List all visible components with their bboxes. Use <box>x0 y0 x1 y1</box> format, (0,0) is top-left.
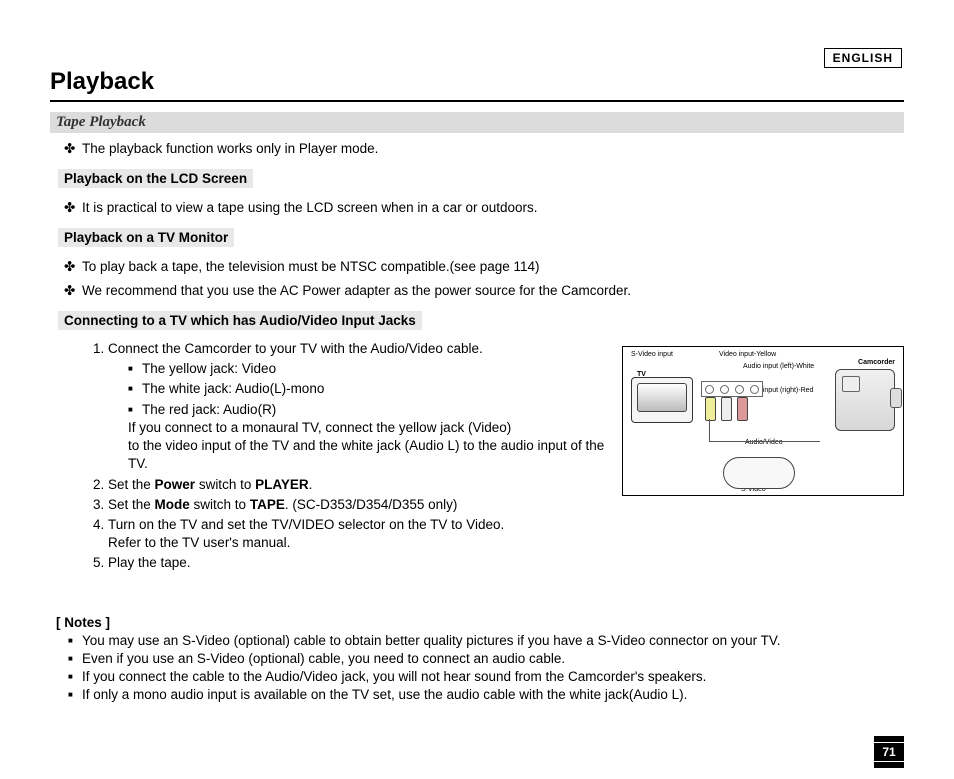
jack-icon <box>720 385 729 394</box>
step-4b: Refer to the TV user's manual. <box>108 535 290 550</box>
page-title: Playback <box>50 68 904 96</box>
step-1-text: Connect the Camcorder to your TV with th… <box>108 341 483 356</box>
note-4-text: If only a mono audio input is available … <box>82 687 687 702</box>
step-4: Turn on the TV and set the TV/VIDEO sele… <box>108 516 904 552</box>
diagram-wrap: S-Video input Video input-Yellow Audio i… <box>622 346 904 496</box>
diamond-icon: ✤ <box>64 141 82 157</box>
tv-text-1: To play back a tape, the television must… <box>82 259 540 274</box>
jack-note-1: If you connect to a monaural TV, connect… <box>128 420 511 435</box>
step-3-c: switch to <box>190 497 250 512</box>
jack-icon <box>750 385 759 394</box>
label-svideo-in: S-Video input <box>631 351 673 358</box>
connect-heading: Connecting to a TV which has Audio/Video… <box>58 311 422 330</box>
jack-white-text: The white jack: Audio(L)-mono <box>142 381 324 396</box>
note-1-text: You may use an S-Video (optional) cable … <box>82 633 780 648</box>
label-cam: Camcorder <box>858 359 895 366</box>
connection-diagram: S-Video input Video input-Yellow Audio i… <box>622 346 904 496</box>
plug-red-icon <box>737 397 748 421</box>
lcd-line: ✤It is practical to view a tape using th… <box>64 200 904 216</box>
language-badge: ENGLISH <box>824 48 902 68</box>
step-2-d: PLAYER <box>255 477 309 492</box>
step-3-a: Set the <box>108 497 155 512</box>
note-2-text: Even if you use an S-Video (optional) ca… <box>82 651 565 666</box>
plug-white-icon <box>721 397 732 421</box>
tv-line-2: ✤We recommend that you use the AC Power … <box>64 283 904 299</box>
jack-row <box>701 381 763 397</box>
step-2-a: Set the <box>108 477 155 492</box>
step-2-c: switch to <box>195 477 255 492</box>
notes-list: You may use an S-Video (optional) cable … <box>68 632 904 705</box>
camcorder-icon <box>835 369 895 431</box>
label-video-in: Video input-Yellow <box>719 351 776 358</box>
plug-yellow-icon <box>705 397 716 421</box>
step-5: Play the tape. <box>108 554 904 572</box>
label-audio-l: Audio input (left)-White <box>743 363 814 370</box>
note-3: If you connect the cable to the Audio/Vi… <box>68 668 904 686</box>
jack-yellow-text: The yellow jack: Video <box>142 361 276 376</box>
jack-red-text: The red jack: Audio(R) <box>142 402 276 417</box>
step-3: Set the Mode switch to TAPE. (SC-D353/D3… <box>108 496 904 514</box>
intro-line: ✤The playback function works only in Pla… <box>64 141 904 157</box>
note-2: Even if you use an S-Video (optional) ca… <box>68 650 904 668</box>
lcd-text: It is practical to view a tape using the… <box>82 200 537 215</box>
title-rule <box>50 100 904 102</box>
svideo-cable-icon <box>723 457 795 489</box>
tv-text-2: We recommend that you use the AC Power a… <box>82 283 631 298</box>
notes-heading: [ Notes ] <box>56 615 904 630</box>
tv-line-1: ✤To play back a tape, the television mus… <box>64 259 904 275</box>
cable-icon <box>709 419 820 442</box>
step-2-e: . <box>309 477 313 492</box>
intro-text: The playback function works only in Play… <box>82 141 378 156</box>
jack-icon <box>705 385 714 394</box>
tv-icon <box>631 377 693 423</box>
step-4a: Turn on the TV and set the TV/VIDEO sele… <box>108 517 504 532</box>
section-subtitle: Tape Playback <box>50 112 904 133</box>
note-1: You may use an S-Video (optional) cable … <box>68 632 904 650</box>
step-3-b: Mode <box>155 497 190 512</box>
plug-row <box>705 397 748 421</box>
note-3-text: If you connect the cable to the Audio/Vi… <box>82 669 706 684</box>
step-3-d: TAPE <box>250 497 285 512</box>
diamond-icon: ✤ <box>64 259 82 275</box>
tv-heading: Playback on a TV Monitor <box>58 228 234 247</box>
step-3-e: . (SC-D353/D354/D355 only) <box>285 497 458 512</box>
page-number: 71 <box>874 743 904 761</box>
jack-icon <box>735 385 744 394</box>
note-4: If only a mono audio input is available … <box>68 686 904 704</box>
jack-note-2: to the video input of the TV and the whi… <box>128 438 604 471</box>
diamond-icon: ✤ <box>64 200 82 216</box>
lcd-heading: Playback on the LCD Screen <box>58 169 253 188</box>
step-2-b: Power <box>155 477 196 492</box>
diamond-icon: ✤ <box>64 283 82 299</box>
